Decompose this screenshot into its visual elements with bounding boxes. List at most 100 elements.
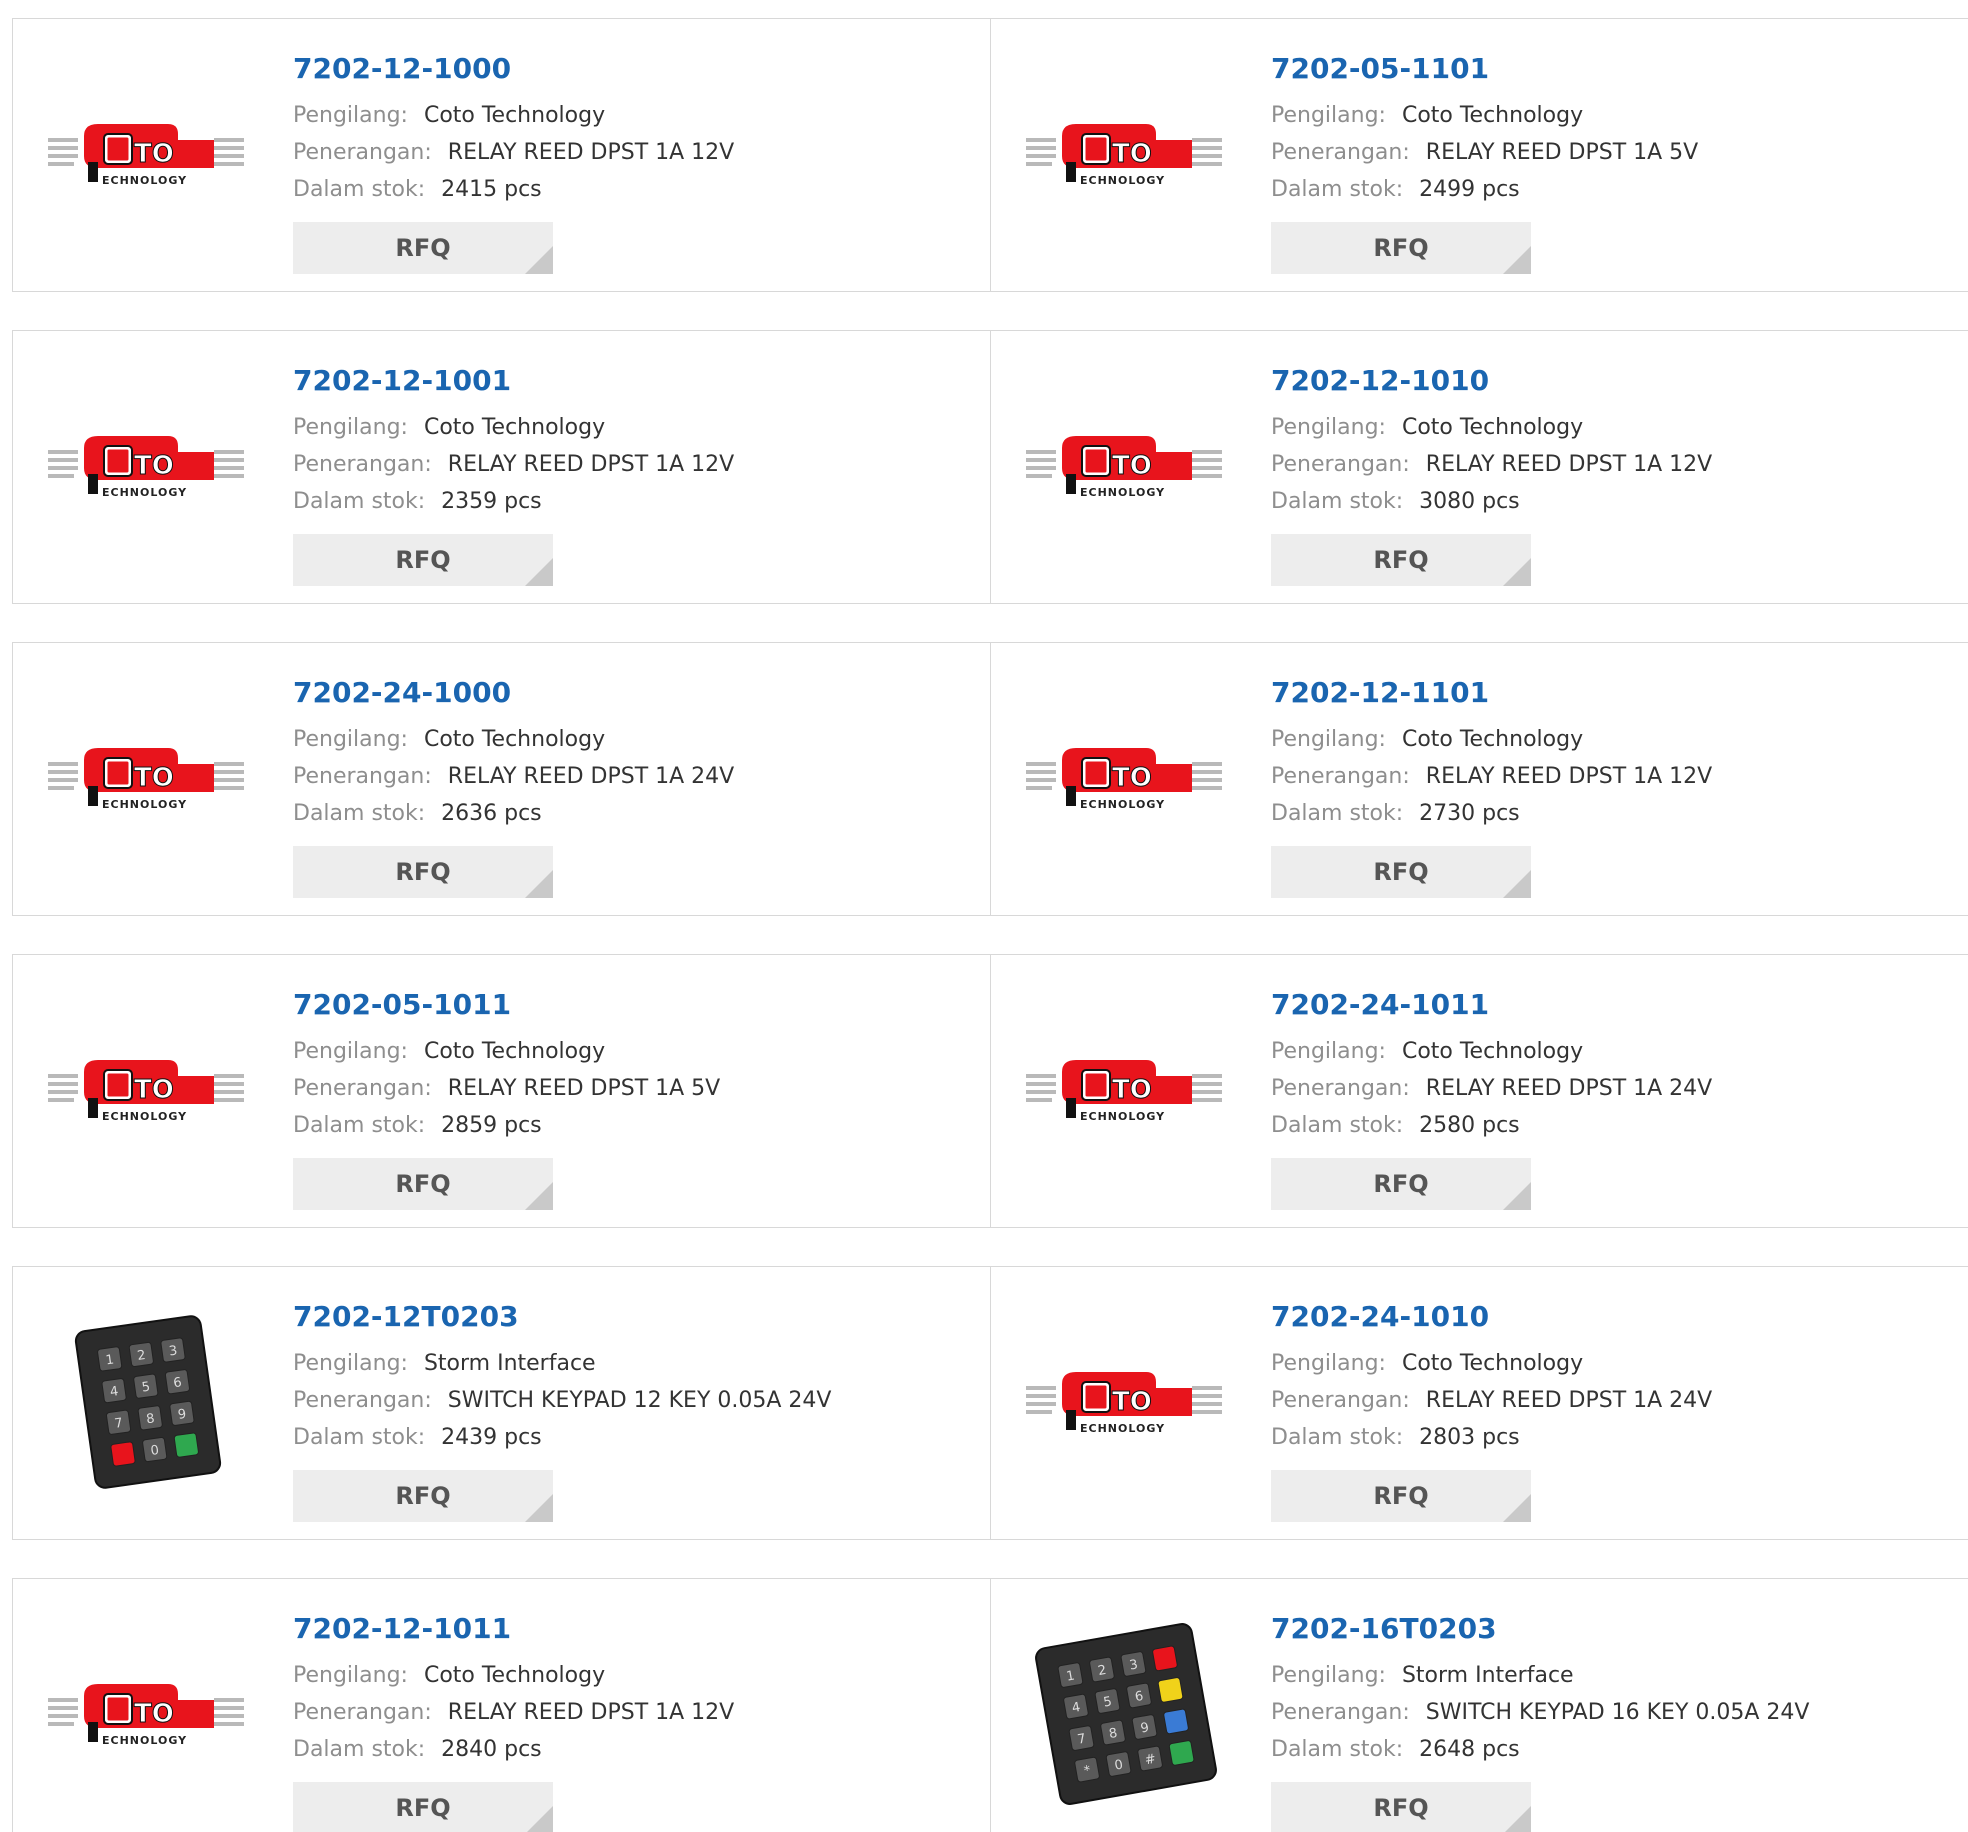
product-card: TO ECHNOLOGY 7202-24-1010 Pengilang: Coto… bbox=[991, 1267, 1968, 1539]
part-number-link[interactable]: 7202-24-1011 bbox=[1271, 985, 1931, 1025]
product-card: 1 2 3 4 5 6 7 8 9 * 0 # 7202-16T0203 Pengilang: Stor… bbox=[991, 1579, 1968, 1832]
rfq-label: RFQ bbox=[395, 1482, 451, 1510]
description-label: Penerangan: bbox=[1271, 1076, 1410, 1101]
description-row: Penerangan: RELAY REED DPST 1A 12V bbox=[293, 1694, 953, 1731]
part-number-link[interactable]: 7202-12-1101 bbox=[1271, 673, 1931, 713]
keypad-12-image[interactable]: 1234567890 bbox=[43, 1297, 253, 1507]
part-number-link[interactable]: 7202-12-1001 bbox=[293, 361, 953, 401]
coto-logo[interactable]: TO ECHNOLOGY bbox=[43, 1609, 253, 1819]
stock-value: 2439 pcs bbox=[441, 1425, 542, 1450]
description-row: Penerangan: RELAY REED DPST 1A 5V bbox=[293, 1070, 953, 1107]
description-value: RELAY REED DPST 1A 5V bbox=[447, 1076, 721, 1101]
rfq-button[interactable]: RFQ bbox=[1271, 1782, 1531, 1832]
stock-row: Dalam stok: 2439 pcs bbox=[293, 1419, 953, 1456]
product-grid: TO ECHNOLOGY 7202-12-1000 Pengilang: Coto… bbox=[12, 18, 1968, 1832]
product-info: 7202-05-1101 Pengilang: Coto Technology P… bbox=[1271, 49, 1931, 274]
manufacturer-label: Pengilang: bbox=[1271, 1039, 1386, 1064]
stock-label: Dalam stok: bbox=[293, 1425, 426, 1450]
coto-logo[interactable]: TO ECHNOLOGY bbox=[1021, 361, 1231, 571]
part-number-link[interactable]: 7202-12T0203 bbox=[293, 1297, 953, 1337]
rfq-button[interactable]: RFQ bbox=[293, 846, 553, 898]
corner-triangle-icon bbox=[1503, 1494, 1531, 1522]
part-number-link[interactable]: 7202-12-1010 bbox=[1271, 361, 1931, 401]
product-card: TO ECHNOLOGY 7202-05-1101 Pengilang: Coto… bbox=[991, 19, 1968, 291]
part-number-link[interactable]: 7202-05-1101 bbox=[1271, 49, 1931, 89]
coto-logo[interactable]: TO ECHNOLOGY bbox=[1021, 673, 1231, 883]
rfq-label: RFQ bbox=[395, 546, 451, 574]
coto-logo[interactable]: TO ECHNOLOGY bbox=[43, 985, 253, 1195]
rfq-button[interactable]: RFQ bbox=[293, 222, 553, 274]
part-number-link[interactable]: 7202-24-1000 bbox=[293, 673, 953, 713]
coto-logo[interactable]: TO ECHNOLOGY bbox=[1021, 49, 1231, 259]
rfq-button[interactable]: RFQ bbox=[1271, 1470, 1531, 1522]
stock-value: 2499 pcs bbox=[1419, 177, 1520, 202]
coto-logo[interactable]: TO ECHNOLOGY bbox=[43, 673, 253, 883]
rfq-button[interactable]: RFQ bbox=[1271, 1158, 1531, 1210]
description-label: Penerangan: bbox=[1271, 140, 1410, 165]
stock-row: Dalam stok: 2803 pcs bbox=[1271, 1419, 1931, 1456]
coto-logo[interactable]: TO ECHNOLOGY bbox=[43, 49, 253, 259]
description-value: RELAY REED DPST 1A 12V bbox=[1425, 452, 1713, 477]
stock-row: Dalam stok: 2859 pcs bbox=[293, 1107, 953, 1144]
description-value: RELAY REED DPST 1A 12V bbox=[447, 1700, 735, 1725]
coto-logo[interactable]: TO ECHNOLOGY bbox=[1021, 985, 1231, 1195]
rfq-button[interactable]: RFQ bbox=[293, 1782, 553, 1832]
svg-text:TO: TO bbox=[134, 1699, 174, 1729]
part-number-link[interactable]: 7202-12-1000 bbox=[293, 49, 953, 89]
rfq-button[interactable]: RFQ bbox=[293, 534, 553, 586]
rfq-button[interactable]: RFQ bbox=[293, 1158, 553, 1210]
product-card: TO ECHNOLOGY 7202-05-1011 Pengilang: Coto… bbox=[13, 955, 991, 1227]
description-value: SWITCH KEYPAD 16 KEY 0.05A 24V bbox=[1425, 1700, 1810, 1725]
stock-value: 2840 pcs bbox=[441, 1737, 542, 1762]
coto-logo[interactable]: TO ECHNOLOGY bbox=[43, 361, 253, 571]
description-row: Penerangan: RELAY REED DPST 1A 24V bbox=[1271, 1070, 1931, 1107]
manufacturer-row: Pengilang: Coto Technology bbox=[1271, 1033, 1931, 1070]
corner-triangle-icon bbox=[1503, 246, 1531, 274]
stock-value: 2803 pcs bbox=[1419, 1425, 1520, 1450]
description-row: Penerangan: RELAY REED DPST 1A 5V bbox=[1271, 134, 1931, 171]
part-number-link[interactable]: 7202-24-1010 bbox=[1271, 1297, 1931, 1337]
manufacturer-label: Pengilang: bbox=[1271, 415, 1386, 440]
manufacturer-value: Coto Technology bbox=[1401, 415, 1584, 440]
product-row: 1234567890 7202-12T0203 Pengilang: Storm … bbox=[12, 1266, 1968, 1540]
stock-row: Dalam stok: 2648 pcs bbox=[1271, 1731, 1931, 1768]
svg-text:TO: TO bbox=[134, 451, 174, 481]
product-row: TO ECHNOLOGY 7202-05-1011 Pengilang: Coto… bbox=[12, 954, 1968, 1228]
product-info: 7202-16T0203 Pengilang: Storm Interface P… bbox=[1271, 1609, 1931, 1832]
corner-triangle-icon bbox=[1503, 558, 1531, 586]
stock-value: 3080 pcs bbox=[1419, 489, 1520, 514]
product-info: 7202-24-1011 Pengilang: Coto Technology P… bbox=[1271, 985, 1931, 1210]
manufacturer-label: Pengilang: bbox=[1271, 1351, 1386, 1376]
manufacturer-label: Pengilang: bbox=[293, 1039, 408, 1064]
product-row: TO ECHNOLOGY 7202-12-1000 Pengilang: Coto… bbox=[12, 18, 1968, 292]
manufacturer-label: Pengilang: bbox=[1271, 727, 1386, 752]
product-info: 7202-12T0203 Pengilang: Storm Interface P… bbox=[293, 1297, 953, 1522]
product-info: 7202-24-1010 Pengilang: Coto Technology P… bbox=[1271, 1297, 1931, 1522]
description-value: RELAY REED DPST 1A 12V bbox=[447, 140, 735, 165]
part-number-link[interactable]: 7202-16T0203 bbox=[1271, 1609, 1931, 1649]
coto-logo[interactable]: TO ECHNOLOGY bbox=[1021, 1297, 1231, 1507]
stock-value: 2730 pcs bbox=[1419, 801, 1520, 826]
rfq-button[interactable]: RFQ bbox=[1271, 534, 1531, 586]
keypad-16-image[interactable]: 1 2 3 4 5 6 7 8 9 * 0 # bbox=[1021, 1609, 1231, 1819]
manufacturer-value: Coto Technology bbox=[1401, 1039, 1584, 1064]
corner-triangle-icon bbox=[525, 1182, 553, 1210]
svg-text:TO: TO bbox=[1112, 763, 1152, 793]
stock-value: 2415 pcs bbox=[441, 177, 542, 202]
rfq-button[interactable]: RFQ bbox=[293, 1470, 553, 1522]
corner-triangle-icon bbox=[525, 246, 553, 274]
rfq-button[interactable]: RFQ bbox=[1271, 222, 1531, 274]
part-number-link[interactable]: 7202-12-1011 bbox=[293, 1609, 953, 1649]
part-number-link[interactable]: 7202-05-1011 bbox=[293, 985, 953, 1025]
description-label: Penerangan: bbox=[293, 452, 432, 477]
product-info: 7202-12-1000 Pengilang: Coto Technology P… bbox=[293, 49, 953, 274]
corner-triangle-icon bbox=[1503, 1182, 1531, 1210]
svg-text:TO: TO bbox=[1112, 1387, 1152, 1417]
product-info: 7202-24-1000 Pengilang: Coto Technology P… bbox=[293, 673, 953, 898]
rfq-button[interactable]: RFQ bbox=[1271, 846, 1531, 898]
stock-row: Dalam stok: 2499 pcs bbox=[1271, 171, 1931, 208]
manufacturer-value: Storm Interface bbox=[1401, 1663, 1574, 1688]
description-label: Penerangan: bbox=[293, 1700, 432, 1725]
manufacturer-label: Pengilang: bbox=[1271, 1663, 1386, 1688]
svg-text:ECHNOLOGY: ECHNOLOGY bbox=[1080, 174, 1165, 187]
